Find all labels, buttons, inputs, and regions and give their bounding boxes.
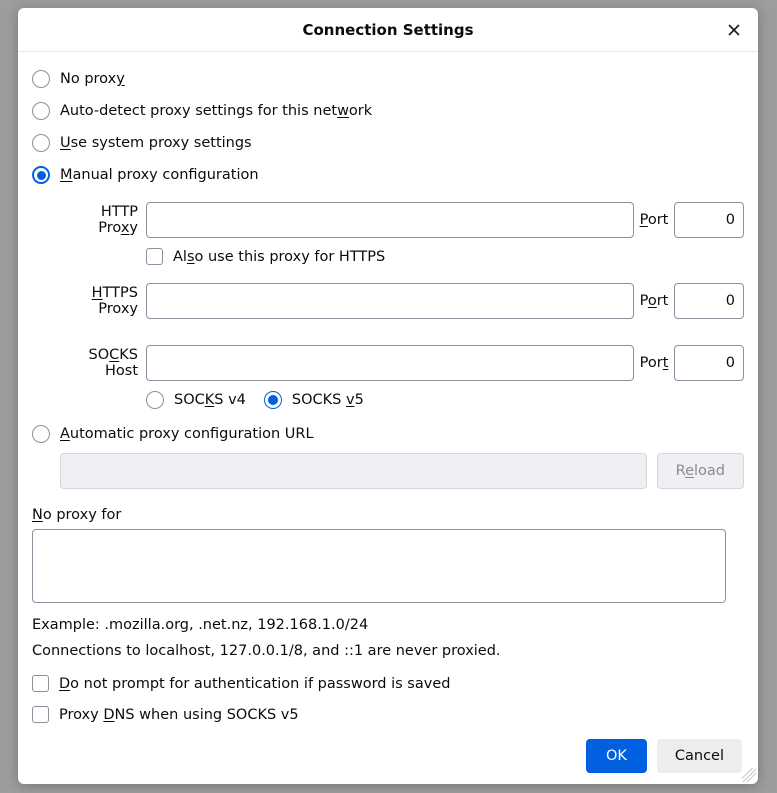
localhost-note: Connections to localhost, 127.0.0.1/8, a…: [32, 643, 744, 659]
cancel-button[interactable]: Cancel: [657, 739, 742, 773]
http-proxy-row: HTTP Proxy Port: [32, 202, 744, 238]
option-label: Use system proxy settings: [60, 135, 252, 151]
socks-host-input[interactable]: [146, 345, 634, 381]
close-icon: [726, 22, 742, 38]
dialog-body[interactable]: No proxy Auto-detect proxy settings for …: [18, 52, 758, 728]
checkbox-label: Also use this proxy for HTTPS: [173, 249, 385, 265]
radio-icon: [32, 70, 50, 88]
reload-button[interactable]: Reload: [657, 453, 744, 489]
socks-port-label: Port: [634, 355, 674, 371]
socks-host-row: SOCKS Host Port: [32, 345, 744, 381]
socks-host-label: SOCKS Host: [60, 347, 146, 379]
also-use-https-row[interactable]: Also use this proxy for HTTPS: [32, 248, 744, 265]
socks-version-row: SOCKS v4 SOCKS v5: [32, 391, 744, 409]
radio-icon: [32, 134, 50, 152]
option-label: Automatic proxy configuration URL: [60, 426, 314, 442]
resize-grip-icon[interactable]: [742, 768, 756, 782]
pac-url-row: Reload: [32, 453, 744, 489]
https-proxy-input[interactable]: [146, 283, 634, 319]
dialog-footer: OK Cancel: [18, 728, 758, 784]
http-proxy-label: HTTP Proxy: [60, 204, 146, 236]
close-button[interactable]: [720, 16, 748, 44]
checkbox-icon: [32, 706, 49, 723]
http-port-label: Port: [634, 212, 674, 228]
checkbox-icon: [146, 248, 163, 265]
radio-icon: [32, 166, 50, 184]
pac-url-input[interactable]: [60, 453, 647, 489]
dialog-title: Connection Settings: [302, 21, 473, 39]
ok-button[interactable]: OK: [586, 739, 647, 773]
http-proxy-input[interactable]: [146, 202, 634, 238]
https-proxy-row: HTTPS Proxy Port: [32, 283, 744, 319]
proxy-dns-checkbox-row[interactable]: Proxy DNS when using SOCKS v5: [32, 706, 744, 723]
checkbox-label: Do not prompt for authentication if pass…: [59, 676, 450, 692]
socks-v4-label[interactable]: SOCKS v4: [174, 392, 246, 408]
http-port-input[interactable]: [674, 202, 744, 238]
option-label: Manual proxy configuration: [60, 167, 259, 183]
radio-icon[interactable]: [264, 391, 282, 409]
no-proxy-for-input[interactable]: [32, 529, 726, 603]
dialog-titlebar: Connection Settings: [18, 8, 758, 52]
option-system-proxy[interactable]: Use system proxy settings: [32, 134, 744, 152]
option-label: No proxy: [60, 71, 125, 87]
radio-icon: [32, 425, 50, 443]
option-label: Auto-detect proxy settings for this netw…: [60, 103, 372, 119]
https-port-label: Port: [634, 293, 674, 309]
radio-icon: [32, 102, 50, 120]
https-port-input[interactable]: [674, 283, 744, 319]
option-auto-config-url[interactable]: Automatic proxy configuration URL: [32, 425, 744, 443]
checkbox-icon: [32, 675, 49, 692]
connection-settings-dialog: Connection Settings No proxy Auto-detect…: [18, 8, 758, 784]
option-auto-detect[interactable]: Auto-detect proxy settings for this netw…: [32, 102, 744, 120]
option-manual-proxy[interactable]: Manual proxy configuration: [32, 166, 744, 184]
no-proxy-for-label: No proxy for: [32, 507, 744, 523]
https-proxy-label: HTTPS Proxy: [60, 285, 146, 317]
auth-prompt-checkbox-row[interactable]: Do not prompt for authentication if pass…: [32, 675, 744, 692]
example-text: Example: .mozilla.org, .net.nz, 192.168.…: [32, 617, 744, 633]
checkbox-label: Proxy DNS when using SOCKS v5: [59, 707, 299, 723]
socks-port-input[interactable]: [674, 345, 744, 381]
radio-icon[interactable]: [146, 391, 164, 409]
socks-v5-label[interactable]: SOCKS v5: [292, 392, 364, 408]
option-no-proxy[interactable]: No proxy: [32, 70, 744, 88]
